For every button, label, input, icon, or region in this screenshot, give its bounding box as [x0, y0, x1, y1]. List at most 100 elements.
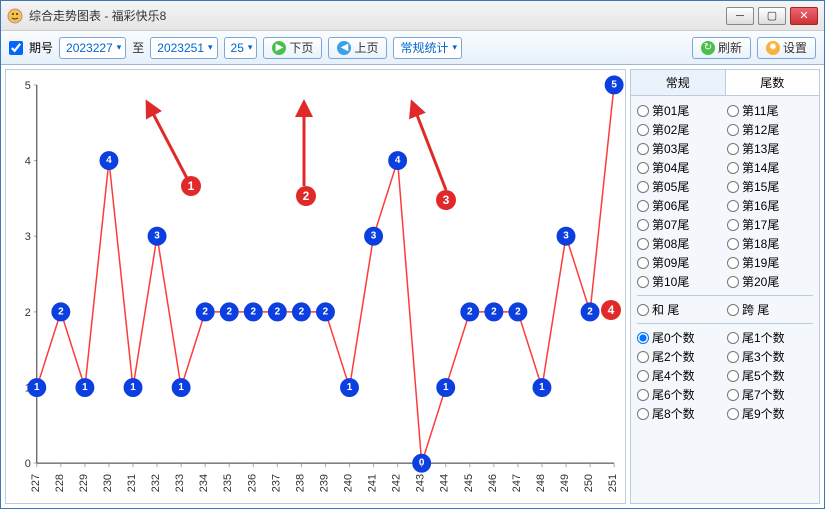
svg-text:229: 229 — [78, 474, 90, 492]
svg-text:3: 3 — [25, 231, 31, 243]
svg-text:2: 2 — [58, 306, 64, 317]
svg-text:248: 248 — [535, 474, 547, 492]
period-checkbox[interactable] — [9, 41, 23, 55]
radio-option[interactable]: 第20尾 — [727, 273, 807, 290]
radio-option[interactable]: 第15尾 — [727, 178, 807, 195]
svg-text:2: 2 — [299, 306, 305, 317]
chevron-down-icon: ▾ — [117, 42, 122, 53]
svg-text:239: 239 — [318, 474, 330, 492]
chevron-down-icon: ▾ — [452, 42, 457, 53]
arrow-right-icon: ▶ — [272, 41, 286, 55]
svg-text:236: 236 — [246, 474, 258, 492]
radio-option[interactable]: 第16尾 — [727, 197, 807, 214]
svg-text:4: 4 — [25, 156, 31, 168]
chart-area: 0123451227222812294230123132321233223422… — [5, 69, 626, 504]
refresh-button[interactable]: ↻刷新 — [692, 37, 751, 59]
svg-text:245: 245 — [463, 474, 475, 492]
period-start-select[interactable]: 2023227▾ — [59, 37, 126, 59]
period-end-select[interactable]: 2023251▾ — [150, 37, 217, 59]
radio-option[interactable]: 尾2个数 — [637, 348, 717, 365]
period-label: 期号 — [29, 39, 53, 56]
maximize-button[interactable]: ▢ — [758, 7, 786, 25]
radio-option[interactable]: 尾1个数 — [727, 329, 807, 346]
stats-select[interactable]: 常规统计▾ — [393, 37, 462, 59]
radio-option[interactable]: 尾4个数 — [637, 367, 717, 384]
period-count-select[interactable]: 25▾ — [224, 37, 258, 59]
svg-text:233: 233 — [174, 474, 186, 492]
svg-text:2: 2 — [323, 306, 329, 317]
svg-text:228: 228 — [54, 474, 66, 492]
svg-text:3: 3 — [154, 231, 160, 242]
radio-option[interactable]: 尾6个数 — [637, 386, 717, 403]
svg-text:2: 2 — [515, 306, 521, 317]
radio-option[interactable]: 尾9个数 — [727, 405, 807, 422]
radio-option[interactable]: 第03尾 — [637, 140, 717, 157]
svg-text:1: 1 — [34, 382, 40, 393]
radio-option[interactable]: 尾7个数 — [727, 386, 807, 403]
svg-text:246: 246 — [487, 474, 499, 492]
svg-text:232: 232 — [150, 474, 162, 492]
callout-2: 2 — [296, 186, 316, 206]
svg-text:247: 247 — [511, 474, 523, 492]
svg-text:237: 237 — [270, 474, 282, 492]
svg-text:234: 234 — [198, 474, 210, 492]
svg-text:1: 1 — [539, 382, 545, 393]
svg-text:5: 5 — [611, 79, 617, 90]
radio-option[interactable]: 第14尾 — [727, 159, 807, 176]
window-title: 综合走势图表 - 福彩快乐8 — [29, 7, 726, 24]
svg-text:3: 3 — [371, 231, 377, 242]
radio-option[interactable]: 第18尾 — [727, 235, 807, 252]
svg-text:1: 1 — [443, 382, 449, 393]
next-page-button[interactable]: ▶下页 — [263, 37, 322, 59]
svg-text:2: 2 — [587, 306, 593, 317]
radio-option[interactable]: 第12尾 — [727, 121, 807, 138]
radio-option[interactable]: 第01尾 — [637, 102, 717, 119]
radio-option[interactable]: 第07尾 — [637, 216, 717, 233]
radio-option[interactable]: 第09尾 — [637, 254, 717, 271]
svg-text:241: 241 — [367, 474, 379, 492]
svg-text:0: 0 — [25, 458, 31, 470]
settings-button[interactable]: ✹设置 — [757, 37, 816, 59]
radio-option[interactable]: 第19尾 — [727, 254, 807, 271]
svg-text:4: 4 — [395, 155, 401, 166]
svg-text:227: 227 — [30, 474, 42, 492]
svg-text:1: 1 — [82, 382, 88, 393]
radio-option[interactable]: 尾0个数 — [637, 329, 717, 346]
svg-text:249: 249 — [559, 474, 571, 492]
tab-tail[interactable]: 尾数 — [726, 70, 820, 95]
tab-normal[interactable]: 常规 — [631, 70, 726, 95]
svg-text:1: 1 — [347, 382, 353, 393]
close-button[interactable]: ✕ — [790, 7, 818, 25]
radio-option[interactable]: 尾8个数 — [637, 405, 717, 422]
svg-text:251: 251 — [607, 474, 619, 492]
svg-text:2: 2 — [202, 306, 208, 317]
radio-option[interactable]: 第02尾 — [637, 121, 717, 138]
radio-option[interactable]: 第17尾 — [727, 216, 807, 233]
radio-option[interactable]: 尾3个数 — [727, 348, 807, 365]
svg-text:2: 2 — [275, 306, 281, 317]
radio-option[interactable]: 第13尾 — [727, 140, 807, 157]
radio-option[interactable]: 第06尾 — [637, 197, 717, 214]
svg-text:2: 2 — [25, 307, 31, 319]
radio-option[interactable]: 第05尾 — [637, 178, 717, 195]
minimize-button[interactable]: ─ — [726, 7, 754, 25]
svg-text:244: 244 — [439, 474, 451, 492]
radio-option[interactable]: 第08尾 — [637, 235, 717, 252]
radio-option[interactable]: 第04尾 — [637, 159, 717, 176]
radio-option[interactable]: 尾5个数 — [727, 367, 807, 384]
svg-text:1: 1 — [178, 382, 184, 393]
gear-icon: ✹ — [766, 41, 780, 55]
svg-text:242: 242 — [391, 474, 403, 492]
app-icon — [7, 8, 23, 24]
radio-option[interactable]: 跨 尾 — [727, 301, 807, 318]
chevron-down-icon: ▾ — [208, 42, 213, 53]
svg-text:250: 250 — [583, 474, 595, 492]
prev-page-button[interactable]: ◀上页 — [328, 37, 387, 59]
svg-text:238: 238 — [294, 474, 306, 492]
callout-1: 1 — [181, 176, 201, 196]
svg-text:2: 2 — [491, 306, 497, 317]
svg-text:4: 4 — [106, 155, 112, 166]
radio-option[interactable]: 第10尾 — [637, 273, 717, 290]
radio-option[interactable]: 第11尾 — [727, 102, 807, 119]
radio-option[interactable]: 和 尾 — [637, 301, 717, 318]
